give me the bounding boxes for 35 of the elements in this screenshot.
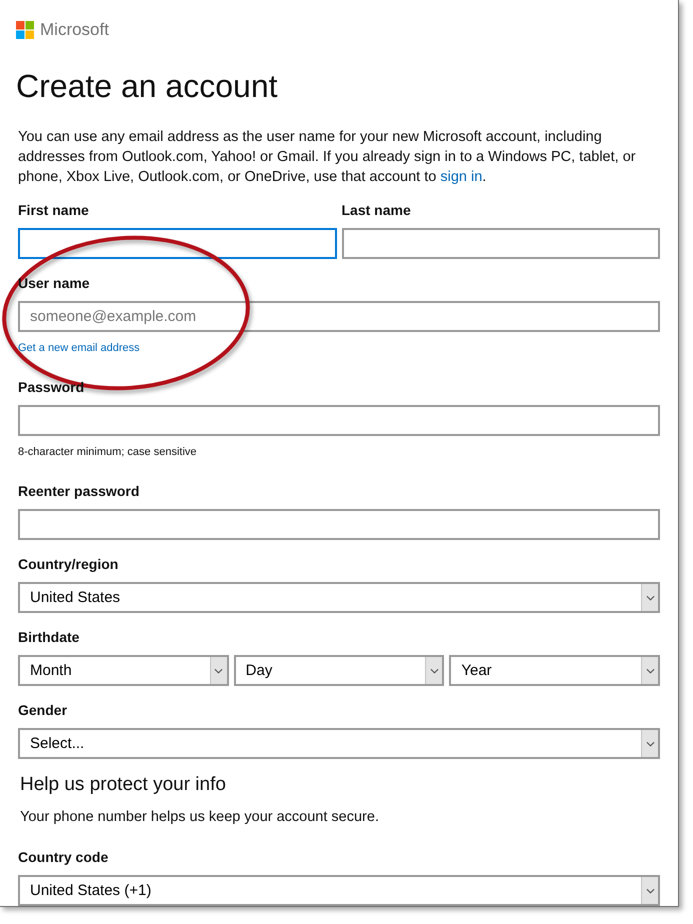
chevron-down-icon xyxy=(641,657,658,684)
section-heading: Help us protect your info xyxy=(20,773,226,797)
chevron-down-icon xyxy=(425,657,442,684)
four-squares-logo-icon xyxy=(16,21,34,39)
field-label: Reenter password xyxy=(18,482,140,501)
text-field[interactable]: someone@example.com xyxy=(18,301,660,332)
dropdown[interactable]: Year xyxy=(449,655,660,686)
intro-text: You can use any email address as the user name for your new Microsoft account, including addresses from Outlook.com, Yahoo! or Gmail. If you already sign in to a Windows PC, tablet, or phone, Xbox Live, Outlook.com, or OneDrive, use that account to sign in. xyxy=(18,128,637,187)
chevron-down-icon xyxy=(210,657,227,684)
dropdown[interactable]: Month xyxy=(18,655,229,686)
dropdown[interactable]: United States xyxy=(18,582,660,613)
dropdown[interactable]: Day xyxy=(234,655,444,686)
field-label: Country code xyxy=(18,848,108,867)
dropdown[interactable]: Select... xyxy=(18,728,660,759)
text-field[interactable] xyxy=(342,228,660,259)
hint-text: 8-character minimum; case sensitive xyxy=(18,445,197,459)
field-label: Password xyxy=(18,378,84,397)
field-label: Last name xyxy=(342,201,411,220)
logo-text: Microsoft xyxy=(40,21,109,39)
text-field[interactable] xyxy=(18,509,660,540)
new-email-link[interactable]: Get a new email address xyxy=(18,341,140,355)
text-field[interactable] xyxy=(18,228,336,259)
section-text: Your phone number helps us keep your account secure. xyxy=(20,808,379,827)
text-field[interactable] xyxy=(18,405,660,436)
chevron-down-icon xyxy=(641,730,658,757)
field-label: Birthdate xyxy=(18,628,80,647)
chevron-down-icon xyxy=(641,584,658,611)
dropdown[interactable]: United States (+1) xyxy=(18,875,660,906)
field-label: First name xyxy=(18,201,89,220)
field-label: Gender xyxy=(18,701,68,720)
field-label: User name xyxy=(18,274,90,293)
page-title: Create an account xyxy=(16,67,278,106)
sign-in-link[interactable]: sign in xyxy=(440,169,482,185)
field-label: Country/region xyxy=(18,555,118,574)
chevron-down-icon xyxy=(641,877,658,904)
